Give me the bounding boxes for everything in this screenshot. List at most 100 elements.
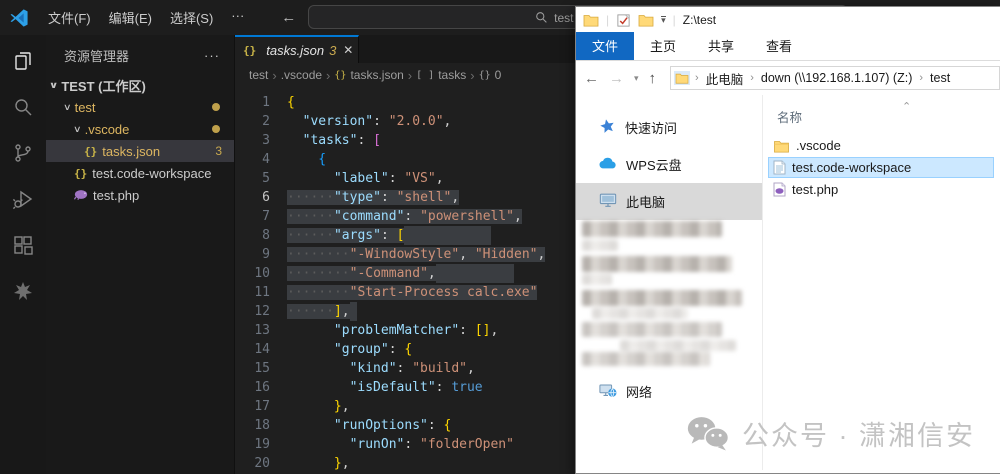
address-crumb-1[interactable]: down (\\192.168.1.107) (Z:) bbox=[757, 69, 916, 87]
file-name: test.php bbox=[792, 182, 839, 197]
window-title-path: Z:\test bbox=[682, 13, 717, 27]
line-number: 13 bbox=[254, 323, 270, 338]
forward-button-icon[interactable]: → bbox=[609, 70, 624, 87]
token: "folderOpen" bbox=[420, 437, 514, 452]
selection-trail bbox=[349, 302, 358, 321]
folder-app-icon bbox=[583, 15, 599, 27]
redacted-block bbox=[582, 240, 618, 251]
nav-item-快速访问[interactable]: 快速访问 bbox=[576, 109, 762, 146]
selection-highlight: ········"-Command", bbox=[287, 266, 436, 281]
whitespace-dots: ········ bbox=[287, 266, 350, 281]
line-number: 10 bbox=[254, 266, 270, 281]
up-button-icon[interactable]: ↑ bbox=[649, 70, 657, 87]
tree-item-test.php[interactable]: test.php bbox=[46, 184, 234, 206]
separator: | bbox=[606, 13, 610, 27]
file-row-.vscode[interactable]: .vscode bbox=[768, 135, 994, 156]
object-symbol-icon: {} bbox=[478, 69, 491, 81]
breadcrumb-separator: › bbox=[326, 67, 331, 83]
redacted-block bbox=[582, 221, 722, 237]
breadcrumb-item-test[interactable]: test bbox=[249, 68, 268, 82]
watermark: 公众号 · 潇湘信安 bbox=[686, 414, 975, 453]
token: : bbox=[357, 133, 374, 148]
back-button-icon[interactable]: ← bbox=[584, 70, 599, 87]
token: : bbox=[435, 380, 452, 395]
close-icon[interactable]: ✕ bbox=[343, 43, 353, 57]
selection-trail bbox=[404, 226, 491, 245]
tree-item-test.code-workspace[interactable]: {} test.code-workspace bbox=[46, 162, 234, 184]
cloud-icon bbox=[599, 156, 617, 173]
quick-access-toolbar-dropdown-icon[interactable]: ▾ bbox=[661, 16, 666, 25]
breadcrumb-label: tasks.json bbox=[350, 68, 404, 82]
recent-locations-dropdown-icon[interactable]: ▾ bbox=[634, 73, 639, 84]
nav-item-label: 快速访问 bbox=[625, 121, 678, 136]
redacted-block bbox=[620, 340, 736, 351]
tree-item-label: tasks.json bbox=[102, 143, 161, 159]
ribbon-tab-文件[interactable]: 文件 bbox=[576, 32, 635, 60]
tree-item-tasks.json[interactable]: {} tasks.json 3 bbox=[46, 140, 234, 162]
token: : bbox=[380, 190, 397, 205]
tree-item-test[interactable]: ∨ test bbox=[46, 96, 234, 118]
token: , bbox=[427, 266, 436, 281]
sort-ascending-icon[interactable]: ⌃ bbox=[902, 100, 911, 113]
token: "2.0.0" bbox=[388, 114, 444, 129]
search-icon[interactable] bbox=[0, 84, 46, 130]
selection-highlight: ········"Start-Process calc.exe" bbox=[287, 285, 538, 300]
nav-item-网络[interactable]: 网络 bbox=[576, 373, 761, 410]
modified-dot-badge bbox=[212, 103, 220, 111]
chevron-down-icon: ∨ bbox=[63, 101, 72, 112]
token: : bbox=[388, 342, 405, 357]
address-chevron-icon: › bbox=[750, 72, 754, 84]
breadcrumb-item-0[interactable]: {} 0 bbox=[479, 68, 502, 82]
token: "args" bbox=[333, 228, 381, 243]
file-row-test.php[interactable]: test.php bbox=[768, 179, 994, 200]
file-row-test.code-workspace[interactable]: test.code-workspace bbox=[768, 157, 994, 178]
workspace-section-header[interactable]: ∨ TEST (工作区) bbox=[46, 74, 234, 96]
menu-3[interactable]: ··· bbox=[222, 4, 253, 31]
line-number: 14 bbox=[254, 342, 270, 357]
menu-1[interactable]: 编辑(E) bbox=[100, 4, 161, 31]
file-name: .vscode bbox=[796, 138, 841, 153]
token: } bbox=[333, 399, 342, 414]
token: "group" bbox=[333, 342, 389, 357]
token: , bbox=[459, 247, 475, 262]
ribbon-tab-主页[interactable]: 主页 bbox=[634, 32, 692, 60]
back-arrow-icon[interactable]: ← bbox=[281, 9, 296, 26]
token: [ bbox=[373, 133, 381, 148]
tab-tasks-json[interactable]: {} tasks.json 3 ✕ bbox=[235, 35, 359, 63]
breadcrumb-item-tasks.json[interactable]: {} tasks.json bbox=[334, 68, 403, 82]
vscode-logo-icon bbox=[10, 8, 28, 27]
token: : bbox=[404, 437, 421, 452]
new-folder-icon[interactable] bbox=[638, 13, 654, 27]
source-control-icon[interactable] bbox=[0, 130, 46, 176]
pinwheel-icon[interactable] bbox=[0, 268, 46, 314]
token: : bbox=[427, 418, 444, 433]
address-crumb-0[interactable]: 此电脑 bbox=[702, 67, 748, 89]
tree-item-.vscode[interactable]: ∨ .vscode bbox=[46, 118, 234, 140]
menu-2[interactable]: 选择(S) bbox=[161, 4, 222, 31]
token: "runOptions" bbox=[333, 418, 428, 433]
breadcrumb-item-.vscode[interactable]: .vscode bbox=[281, 68, 322, 82]
column-header-name[interactable]: 名称 bbox=[777, 107, 1000, 126]
token: , bbox=[514, 209, 522, 224]
line-number: 17 bbox=[254, 399, 270, 414]
nav-item-WPS云盘[interactable]: WPS云盘 bbox=[576, 146, 762, 183]
workspace-file-icon bbox=[773, 160, 786, 175]
line-number: 4 bbox=[262, 152, 270, 167]
token: "kind" bbox=[349, 361, 397, 376]
run-debug-icon[interactable] bbox=[0, 176, 46, 222]
ribbon-tab-共享[interactable]: 共享 bbox=[692, 32, 750, 60]
address-crumb-2[interactable]: test bbox=[926, 69, 954, 87]
breadcrumb-item-tasks[interactable]: [ ] tasks bbox=[416, 68, 466, 82]
explorer-icon[interactable] bbox=[0, 38, 46, 84]
php-file-icon bbox=[73, 188, 93, 203]
computer-icon bbox=[599, 192, 617, 211]
file-tree: ∨ test ∨ .vscode{} tasks.json 3{} test.code-wo… bbox=[46, 96, 234, 206]
extensions-icon[interactable] bbox=[0, 222, 46, 268]
menu-0[interactable]: 文件(F) bbox=[39, 4, 100, 31]
address-bar[interactable]: › 此电脑 › down (\\192.168.1.107) (Z:) › test bbox=[670, 66, 1000, 90]
tree-item-label: test.php bbox=[93, 187, 140, 203]
nav-item-此电脑[interactable]: 此电脑 bbox=[576, 183, 762, 220]
ribbon-tab-查看[interactable]: 查看 bbox=[750, 32, 808, 60]
sidebar-more-actions[interactable]: ··· bbox=[204, 48, 220, 63]
properties-check-icon[interactable] bbox=[616, 13, 631, 28]
